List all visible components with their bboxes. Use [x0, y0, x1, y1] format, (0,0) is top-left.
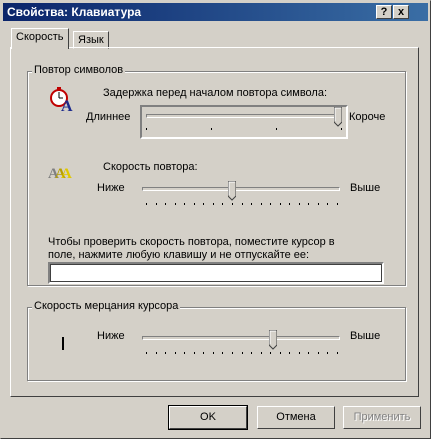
slider-tick — [341, 128, 342, 130]
slider-tick — [251, 203, 252, 205]
slider-tick — [194, 352, 195, 354]
cursor-blink-group — [27, 307, 406, 381]
slider-tick — [270, 352, 271, 354]
title-bar[interactable]: Свойства: Клавиатура ? x — [3, 3, 428, 21]
slider-tick — [194, 203, 195, 205]
slider-tick — [299, 352, 300, 354]
slider-tick — [156, 203, 157, 205]
text-cursor-icon — [62, 337, 64, 350]
cancel-button[interactable]: Отмена — [257, 406, 335, 429]
slider-tick — [222, 203, 223, 205]
slider-tick — [276, 128, 277, 130]
slider-tick — [327, 203, 328, 205]
slider-tick — [203, 203, 204, 205]
slider-tick — [242, 352, 243, 354]
slider-tick — [261, 203, 262, 205]
ok-button[interactable]: OK — [168, 405, 248, 430]
delay-slider-frame — [140, 105, 348, 139]
slider-tick — [232, 203, 233, 205]
blink-right-label: Выше — [350, 330, 381, 342]
slider-tick — [184, 352, 185, 354]
slider-tick — [308, 203, 309, 205]
test-instructions-line2: поле, нажмите любую клавишу и не отпуска… — [48, 249, 310, 261]
slider-tick — [146, 352, 147, 354]
slider-tick — [175, 203, 176, 205]
rate-right-label: Выше — [350, 182, 381, 194]
slider-tick — [211, 128, 212, 130]
slider-tick — [175, 352, 176, 354]
delay-slider-ticks — [146, 128, 342, 132]
slider-tick — [337, 352, 338, 354]
slider-tick — [327, 352, 328, 354]
slider-tick — [337, 203, 338, 205]
delay-label: Задержка перед началом повтора символа: — [103, 87, 328, 99]
slider-tick — [318, 352, 319, 354]
cursor-blink-group-label: Скорость мерцания курсора — [32, 300, 181, 313]
slider-tick — [232, 352, 233, 354]
apply-button[interactable]: Применить — [343, 406, 421, 429]
rate-slider-track[interactable] — [142, 187, 340, 191]
slider-tick — [289, 203, 290, 205]
svg-text:A: A — [61, 166, 72, 181]
rate-label: Скорость повтора: — [103, 161, 198, 173]
blink-left-label: Ниже — [97, 330, 125, 342]
slider-tick — [146, 203, 147, 205]
rate-slider-thumb[interactable] — [228, 181, 236, 201]
slider-tick — [261, 352, 262, 354]
slider-tick — [280, 203, 281, 205]
help-button[interactable]: ? — [376, 5, 392, 19]
slider-tick — [203, 352, 204, 354]
rate-left-label: Ниже — [97, 182, 125, 194]
rate-slider-ticks — [146, 203, 338, 207]
slider-tick — [165, 203, 166, 205]
repeat-group-label: Повтор символов — [32, 64, 126, 77]
slider-tick — [308, 352, 309, 354]
slider-tick — [280, 352, 281, 354]
stopwatch-letter-a-icon: A — [50, 87, 73, 113]
blink-slider-thumb[interactable] — [269, 330, 277, 350]
slider-tick — [213, 352, 214, 354]
slider-tick — [213, 203, 214, 205]
repeated-letters-icon: A A A — [48, 166, 72, 181]
slider-tick — [156, 352, 157, 354]
slider-tick — [184, 203, 185, 205]
slider-tick — [318, 203, 319, 205]
repeat-test-input[interactable] — [48, 262, 384, 284]
slider-tick — [146, 128, 147, 130]
svg-text:A: A — [61, 98, 73, 113]
delay-slider-thumb[interactable] — [334, 107, 342, 127]
dialog-window: Свойства: Клавиатура ? x Скорость Язык П… — [0, 0, 431, 439]
slider-tick — [251, 352, 252, 354]
slider-tick — [165, 352, 166, 354]
tab-speed[interactable]: Скорость — [11, 28, 69, 49]
delay-left-label: Длиннее — [86, 111, 131, 123]
delay-right-label: Короче — [349, 111, 386, 123]
slider-tick — [270, 203, 271, 205]
close-button[interactable]: x — [393, 5, 409, 19]
delay-slider-track[interactable] — [146, 114, 342, 118]
slider-tick — [222, 352, 223, 354]
slider-tick — [242, 203, 243, 205]
blink-slider-track[interactable] — [142, 336, 340, 340]
blink-slider-ticks — [146, 352, 338, 356]
slider-tick — [299, 203, 300, 205]
slider-tick — [289, 352, 290, 354]
test-instructions-line1: Чтобы проверить скорость повтора, помест… — [48, 236, 335, 248]
window-title: Свойства: Клавиатура — [7, 5, 142, 19]
